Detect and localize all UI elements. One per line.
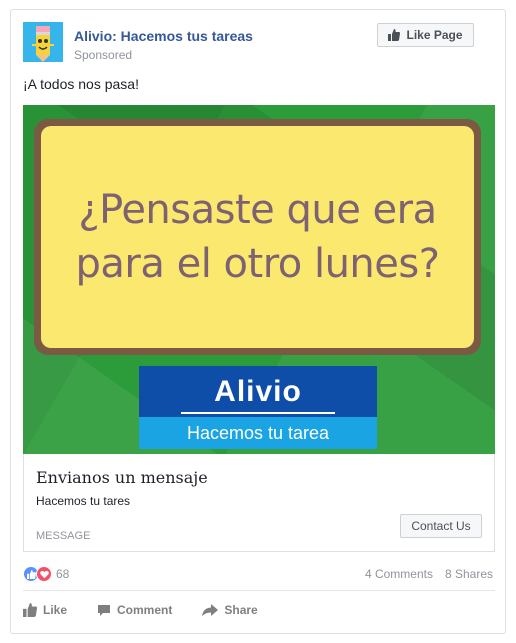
- share-action-label: Share: [224, 603, 258, 617]
- brand-divider-line: [181, 412, 335, 414]
- ad-image[interactable]: ¿Pensaste que era para el otro lunes? Al…: [23, 105, 495, 454]
- sponsored-label[interactable]: Sponsored: [74, 48, 132, 62]
- shares-count-link[interactable]: 8 Shares: [445, 567, 493, 581]
- pencil-mascot-icon: [23, 22, 63, 62]
- post-actions: Like Comment Share: [23, 597, 258, 623]
- comment-action-button[interactable]: Comment: [97, 603, 172, 617]
- comment-icon: [98, 604, 111, 616]
- contact-us-button[interactable]: Contact Us: [400, 514, 482, 538]
- thumbs-up-icon: [388, 29, 401, 41]
- engagement-counts: 4 Comments 8 Shares: [365, 567, 493, 581]
- link-description: Hacemos tu tares: [36, 494, 131, 508]
- love-reaction-icon: [36, 566, 52, 582]
- like-action-button[interactable]: Like: [23, 603, 67, 617]
- brand-tagline: Hacemos tu tarea: [139, 417, 377, 449]
- page-avatar[interactable]: [23, 22, 63, 62]
- reactions-summary[interactable]: 68: [23, 565, 69, 583]
- post-text: ¡A todos nos pasa!: [23, 76, 139, 92]
- sponsored-post-card: Alivio: Hacemos tus tareas Sponsored Lik…: [10, 9, 506, 634]
- brand-logo-box: Alivio Hacemos tu tarea: [139, 366, 377, 449]
- like-action-label: Like: [43, 603, 68, 617]
- comments-count-link[interactable]: 4 Comments: [365, 567, 433, 581]
- page-name-link[interactable]: Alivio: Hacemos tus tareas: [74, 28, 253, 44]
- link-caption: MESSAGE: [36, 530, 91, 542]
- comment-action-label: Comment: [117, 603, 173, 617]
- divider: [23, 590, 495, 591]
- sign-board: ¿Pensaste que era para el otro lunes?: [34, 119, 481, 355]
- brand-name: Alivio: [139, 366, 377, 417]
- thumbs-up-icon: [23, 603, 37, 617]
- like-page-button[interactable]: Like Page: [377, 23, 474, 47]
- creative-headline: ¿Pensaste que era para el otro lunes?: [41, 126, 474, 348]
- like-page-label: Like Page: [406, 28, 463, 42]
- link-title[interactable]: Envianos un mensaje: [36, 468, 208, 487]
- share-arrow-icon: [202, 603, 219, 616]
- reaction-count: 68: [56, 567, 70, 581]
- share-action-button[interactable]: Share: [202, 603, 258, 617]
- link-preview[interactable]: Envianos un mensaje Hacemos tu tares MES…: [23, 454, 495, 552]
